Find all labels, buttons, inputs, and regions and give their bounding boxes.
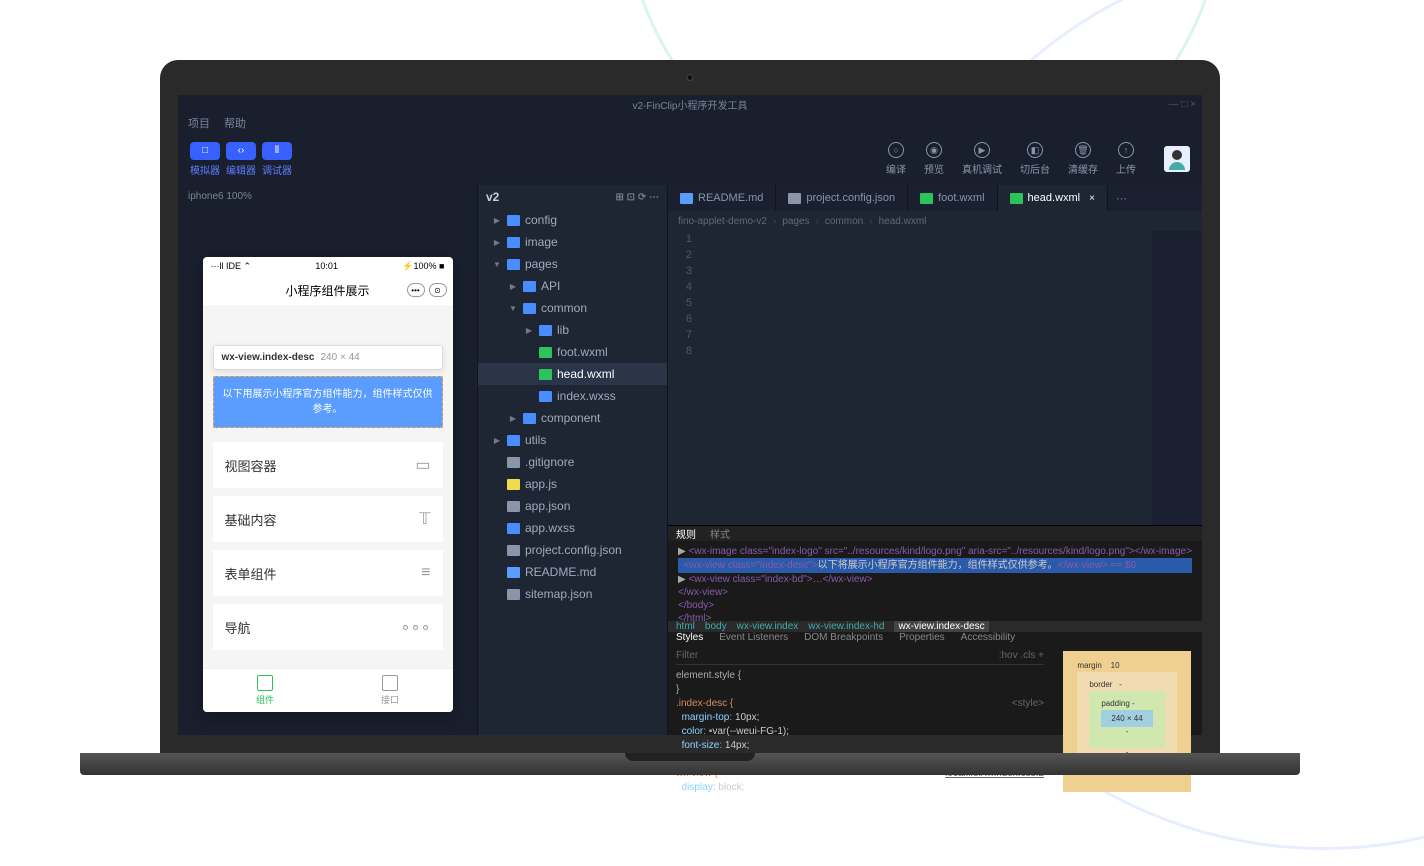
user-avatar[interactable]	[1164, 146, 1190, 172]
styles-filter[interactable]: Filter	[676, 649, 698, 663]
page-title: 小程序组件展示	[285, 282, 369, 299]
devtools-subtabs: Styles Event Listeners DOM Breakpoints Prop…	[668, 632, 1202, 643]
action-clear-cache[interactable]: 🗑清缓存	[1068, 142, 1098, 176]
capsule-close-icon[interactable]: ⊙	[429, 283, 447, 297]
toolbar-debugger[interactable]: ⫴调试器	[262, 142, 292, 177]
devtools-tab-style[interactable]: 样式	[710, 526, 730, 541]
file-tree-item[interactable]: app.json	[478, 495, 667, 517]
devtools-subtab[interactable]: Properties	[899, 632, 945, 643]
file-tree-item[interactable]: sitemap.json	[478, 583, 667, 605]
devtools-panel: 规则 样式 ▶ <wx-image class="index-logo" src…	[668, 525, 1202, 735]
title-bar: v2-FinClip小程序开发工具 — □ ×	[178, 95, 1202, 113]
simulator-panel: iphone6 100% ···ll IDE ⌃10:01⚡100% ■ 小程序…	[178, 185, 478, 735]
file-tree-item[interactable]: head.wxml	[478, 363, 667, 385]
styles-pane[interactable]: Filter:hov .cls + element.style { } .ind…	[668, 643, 1052, 800]
code-editor[interactable]: 12345678	[668, 231, 1202, 525]
action-switch-bg[interactable]: ◧切后台	[1020, 142, 1050, 176]
devtools-subtab[interactable]: Event Listeners	[719, 632, 788, 643]
menu-help[interactable]: 帮助	[224, 115, 246, 131]
toolbar: □模拟器 ‹›编辑器 ⫴调试器 ○编译 ◉预览 ▶真机调试 ◧切后台 🗑清缓存 …	[178, 133, 1202, 185]
dom-breadcrumb[interactable]: htmlbodywx-view.indexwx-view.index-hdwx-…	[668, 621, 1202, 632]
file-tree-item[interactable]: ▶lib	[478, 319, 667, 341]
file-tree-item[interactable]: app.js	[478, 473, 667, 495]
minimap[interactable]	[1152, 231, 1202, 525]
editor-tabs: README.mdproject.config.jsonfoot.wxmlhea…	[668, 185, 1202, 211]
list-item[interactable]: 基础内容𝕋	[213, 496, 443, 542]
tab-components[interactable]: 组件	[203, 669, 328, 712]
file-tree-item[interactable]: .gitignore	[478, 451, 667, 473]
box-model: margin 10 border - padding - 240 × 44 - …	[1052, 643, 1202, 800]
tab-api[interactable]: 接口	[328, 669, 453, 712]
camera-dot	[687, 74, 694, 81]
phone-nav-bar: 小程序组件展示 ••• ⊙	[203, 275, 453, 305]
project-root[interactable]: v2	[486, 190, 499, 204]
action-remote-debug[interactable]: ▶真机调试	[962, 142, 1002, 176]
dom-tree[interactable]: ▶ <wx-image class="index-logo" src="../r…	[668, 541, 1202, 621]
list-item[interactable]: 视图容器▭	[213, 442, 443, 488]
editor-panel: README.mdproject.config.jsonfoot.wxmlhea…	[668, 185, 1202, 735]
devtools-subtab[interactable]: Accessibility	[961, 632, 1015, 643]
action-preview[interactable]: ◉预览	[924, 142, 944, 176]
tabs-overflow-icon[interactable]: ⋯	[1108, 185, 1135, 211]
file-tree-item[interactable]: ▶config	[478, 209, 667, 231]
breadcrumbs[interactable]: fino-applet-demo-v2›pages›common›head.wx…	[668, 211, 1202, 231]
selected-element[interactable]: 以下用展示小程序官方组件能力，组件样式仅供参考。	[213, 376, 443, 428]
close-icon: ×	[1089, 193, 1095, 204]
inspect-tooltip: wx-view.index-desc240 × 44	[213, 345, 443, 370]
device-label[interactable]: iphone6 100%	[188, 191, 252, 202]
file-tree-item[interactable]: ▶component	[478, 407, 667, 429]
action-compile[interactable]: ○编译	[886, 142, 906, 176]
phone-status-bar: ···ll IDE ⌃10:01⚡100% ■	[203, 257, 453, 275]
window-title: v2-FinClip小程序开发工具	[632, 97, 747, 112]
file-tree-item[interactable]: README.md	[478, 561, 667, 583]
file-tree-item[interactable]: app.wxss	[478, 517, 667, 539]
menu-bar: 项目 帮助	[178, 113, 1202, 133]
devtools-subtab[interactable]: DOM Breakpoints	[804, 632, 883, 643]
editor-tab[interactable]: head.wxml×	[998, 185, 1108, 211]
file-tree-item[interactable]: ▶image	[478, 231, 667, 253]
action-upload[interactable]: ↑上传	[1116, 142, 1136, 176]
explorer-actions[interactable]: ⊞ ⊡ ⟳ ⋯	[616, 192, 659, 203]
devtools-subtab[interactable]: Styles	[676, 632, 703, 643]
file-tree-item[interactable]: ▼pages	[478, 253, 667, 275]
capsule-menu-icon[interactable]: •••	[407, 283, 425, 297]
window-controls[interactable]: — □ ×	[1169, 99, 1196, 110]
file-tree-item[interactable]: ▶utils	[478, 429, 667, 451]
file-tree-item[interactable]: ▼common	[478, 297, 667, 319]
file-explorer: v2 ⊞ ⊡ ⟳ ⋯ ▶config▶image▼pages▶API▼commo…	[478, 185, 668, 735]
devtools-tab-rules[interactable]: 规则	[676, 526, 696, 541]
toolbar-editor[interactable]: ‹›编辑器	[226, 142, 256, 177]
toolbar-simulator[interactable]: □模拟器	[190, 142, 220, 177]
laptop-frame: v2-FinClip小程序开发工具 — □ × 项目 帮助 □模拟器 ‹›编辑器…	[160, 60, 1220, 775]
file-tree-item[interactable]: foot.wxml	[478, 341, 667, 363]
file-tree-item[interactable]: ▶API	[478, 275, 667, 297]
list-item[interactable]: 表单组件≡	[213, 550, 443, 596]
menu-project[interactable]: 项目	[188, 115, 210, 131]
editor-tab[interactable]: README.md	[668, 185, 776, 211]
ide-window: v2-FinClip小程序开发工具 — □ × 项目 帮助 □模拟器 ‹›编辑器…	[178, 95, 1202, 735]
phone-preview: ···ll IDE ⌃10:01⚡100% ■ 小程序组件展示 ••• ⊙ wx-…	[203, 257, 453, 712]
file-tree-item[interactable]: project.config.json	[478, 539, 667, 561]
list-item[interactable]: 导航∘∘∘	[213, 604, 443, 650]
editor-tab[interactable]: project.config.json	[776, 185, 908, 211]
file-tree-item[interactable]: index.wxss	[478, 385, 667, 407]
editor-tab[interactable]: foot.wxml	[908, 185, 997, 211]
